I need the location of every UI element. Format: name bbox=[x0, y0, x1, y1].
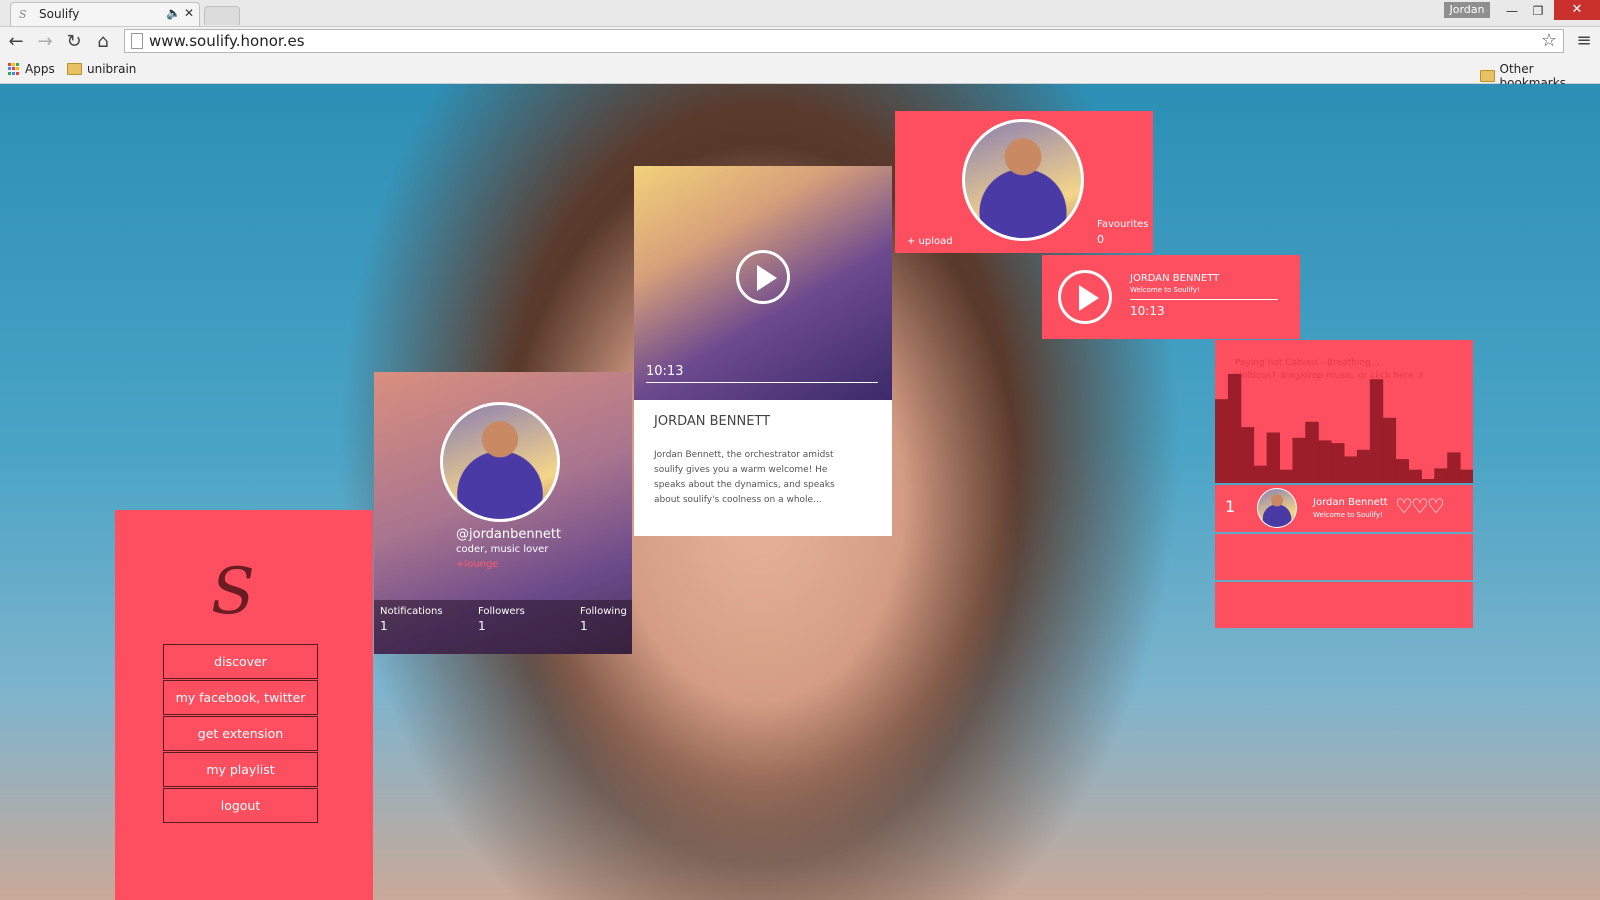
player-time: 10:13 bbox=[1130, 304, 1165, 318]
video-description: Jordan Bennett, the orchestrator amidst … bbox=[654, 450, 835, 505]
url-text: www.soulify.honor.es bbox=[149, 32, 305, 50]
visualizer-bar bbox=[1421, 479, 1435, 483]
visualizer-bar bbox=[1305, 421, 1319, 483]
video-progress-line[interactable] bbox=[646, 382, 878, 383]
playlist-empty-slot bbox=[1215, 534, 1473, 580]
browser-toolbar: ← → ↻ ⌂ www.soulify.honor.es ☆ ≡ bbox=[0, 27, 1600, 57]
visualizer-bar bbox=[1227, 373, 1242, 483]
profile-lounge-link[interactable]: +lounge bbox=[456, 559, 498, 570]
address-bar[interactable]: www.soulify.honor.es ☆ bbox=[124, 29, 1564, 53]
tab-title: Soulify bbox=[39, 7, 80, 21]
player-progress-line[interactable] bbox=[1130, 299, 1278, 300]
user-card-avatar bbox=[962, 119, 1084, 241]
tab-favicon: S bbox=[19, 8, 27, 21]
nav-social[interactable]: my facebook, twitter bbox=[163, 680, 318, 715]
visualizer-bar bbox=[1356, 449, 1371, 483]
player-title: JORDAN BENNETT bbox=[1130, 273, 1220, 284]
speaker-icon[interactable]: 🔈 bbox=[166, 6, 181, 20]
bookmark-folder-label: unibrain bbox=[87, 62, 137, 76]
profile-card: @jordanbennett coder, music lover +loung… bbox=[374, 372, 632, 654]
soulify-logo: S bbox=[211, 555, 255, 629]
playlist-empty-slot bbox=[1215, 582, 1473, 628]
visualizer-bar bbox=[1408, 469, 1422, 483]
folder-icon bbox=[67, 63, 82, 75]
visualizer-bars bbox=[1215, 373, 1473, 483]
visualizer-bar bbox=[1344, 456, 1358, 483]
stat-following-label[interactable]: Following bbox=[580, 606, 627, 617]
back-icon[interactable]: ← bbox=[4, 30, 28, 54]
apps-grid-icon bbox=[8, 63, 20, 75]
video-title: JORDAN BENNETT bbox=[654, 414, 771, 429]
user-card: + upload Favourites 0 bbox=[895, 111, 1153, 253]
reload-icon[interactable]: ↻ bbox=[62, 30, 86, 54]
stat-followers-value: 1 bbox=[478, 619, 486, 633]
profile-avatar bbox=[440, 402, 560, 522]
playlist-item-subtitle: Welcome to Soulify! bbox=[1313, 511, 1383, 519]
playlist-item-title: Jordan Bennett bbox=[1313, 497, 1388, 508]
profile-bio: coder, music lover bbox=[456, 544, 549, 555]
sidebar-panel: S discover my facebook, twitter get exte… bbox=[115, 510, 373, 900]
player-subtitle: Welcome to Soulify! bbox=[1130, 286, 1200, 294]
home-icon[interactable]: ⌂ bbox=[91, 30, 115, 54]
favourites-label[interactable]: Favourites bbox=[1097, 219, 1149, 230]
playlist-item-number: 1 bbox=[1225, 497, 1236, 516]
profile-handle: @jordanbennett bbox=[456, 527, 562, 542]
browser-tab[interactable]: S Soulify 🔈 ✕ bbox=[10, 2, 200, 26]
forward-icon[interactable]: → bbox=[33, 30, 57, 54]
page-icon bbox=[131, 33, 143, 49]
browser-title-bar: S Soulify 🔈 ✕ Jordan — ❐ ✕ bbox=[0, 0, 1600, 27]
folder-icon bbox=[1480, 70, 1495, 82]
playlist-item-avatar bbox=[1257, 488, 1297, 528]
profile-stats-bar: Notifications 1 Followers 1 Following 1 bbox=[374, 600, 632, 654]
video-thumbnail[interactable]: 10:13 bbox=[634, 166, 892, 400]
stat-followers-label[interactable]: Followers bbox=[478, 606, 525, 617]
visualizer-bar bbox=[1331, 443, 1345, 483]
bookmark-apps-label: Apps bbox=[25, 62, 55, 76]
visualizer-bar bbox=[1382, 417, 1397, 483]
visualizer-bar bbox=[1434, 468, 1448, 483]
tab-close-icon[interactable]: ✕ bbox=[184, 6, 194, 20]
nav-logout[interactable]: logout bbox=[163, 788, 318, 823]
new-tab-button[interactable] bbox=[204, 6, 240, 25]
bookmark-star-icon[interactable]: ☆ bbox=[1541, 30, 1557, 51]
nav-get-extension[interactable]: get extension bbox=[163, 716, 318, 751]
restore-icon[interactable]: ❐ bbox=[1526, 2, 1550, 20]
minimize-icon[interactable]: — bbox=[1500, 2, 1524, 20]
nav-discover[interactable]: discover bbox=[163, 644, 318, 679]
stat-notifications-label[interactable]: Notifications bbox=[380, 606, 443, 617]
favourites-value: 0 bbox=[1097, 233, 1104, 246]
visualizer-bar bbox=[1395, 459, 1409, 483]
visualizer-bar bbox=[1447, 452, 1461, 483]
visualizer-bar bbox=[1318, 440, 1332, 483]
visualizer-bar bbox=[1253, 465, 1268, 483]
bookmarks-bar: Apps unibrain Other bookmarks bbox=[0, 57, 1600, 90]
visualizer-bar bbox=[1266, 432, 1280, 483]
profile-badge[interactable]: Jordan bbox=[1444, 2, 1490, 18]
visualizer-panel[interactable]: Paying hot Cabreri - Breathing... Unfocu… bbox=[1215, 340, 1473, 483]
heart-icons[interactable]: ♡♡♡ bbox=[1395, 494, 1445, 518]
upload-link[interactable]: + upload bbox=[907, 236, 953, 247]
play-icon[interactable] bbox=[736, 250, 790, 304]
nav-my-playlist[interactable]: my playlist bbox=[163, 752, 318, 787]
stat-notifications-value: 1 bbox=[380, 619, 388, 633]
mini-player: JORDAN BENNETT Welcome to Soulify! 10:13 bbox=[1042, 255, 1300, 339]
menu-icon[interactable]: ≡ bbox=[1572, 30, 1596, 54]
visualizer-bar bbox=[1460, 469, 1473, 483]
visualizer-bar bbox=[1279, 469, 1293, 483]
video-duration: 10:13 bbox=[646, 364, 684, 379]
window-close-icon[interactable]: ✕ bbox=[1554, 0, 1600, 20]
mini-play-icon[interactable] bbox=[1058, 270, 1112, 324]
video-info-card: JORDAN BENNETT Jordan Bennett, the orche… bbox=[634, 400, 892, 536]
bookmark-apps[interactable]: Apps bbox=[8, 62, 55, 76]
visualizer-bar bbox=[1292, 437, 1306, 483]
visualizer-bar bbox=[1215, 399, 1229, 483]
stat-following-value: 1 bbox=[580, 619, 588, 633]
playlist-item[interactable]: 1 Jordan Bennett Welcome to Soulify! ♡♡♡ bbox=[1215, 485, 1473, 532]
page-background: S discover my facebook, twitter get exte… bbox=[0, 84, 1600, 900]
visualizer-bar bbox=[1240, 427, 1255, 483]
visualizer-bar bbox=[1369, 379, 1384, 483]
bookmark-folder-unibrain[interactable]: unibrain bbox=[67, 62, 136, 76]
